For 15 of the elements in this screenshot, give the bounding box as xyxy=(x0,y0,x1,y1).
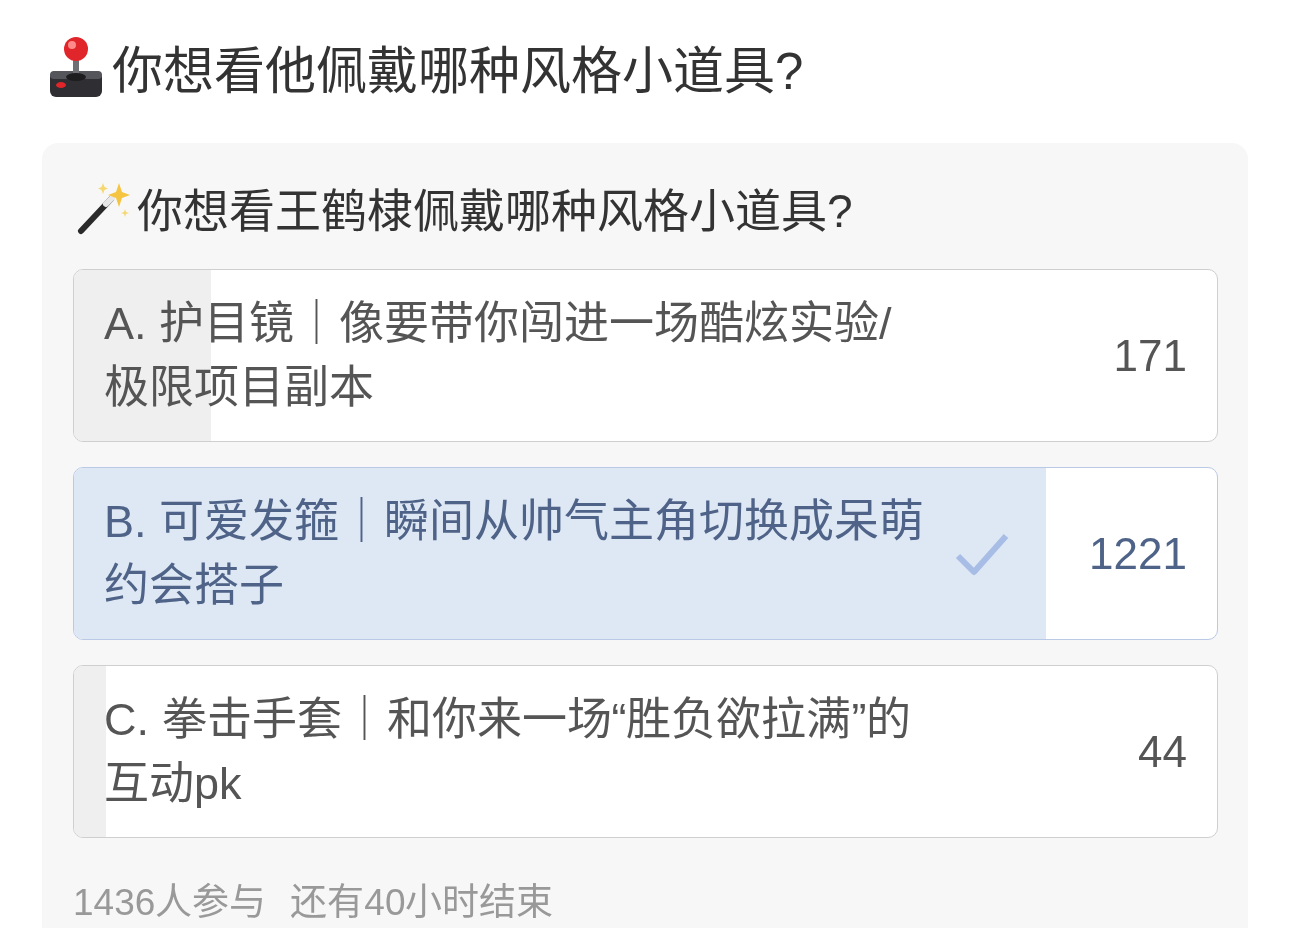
vote-count: 44 xyxy=(1138,726,1187,777)
poll-title: 你想看王鹤棣佩戴哪种风格小道具? xyxy=(137,184,853,239)
option-label: A. 护目镜｜像要带你闯进一场酷炫实验/极限项目副本 xyxy=(104,296,893,415)
vote-count: 1221 xyxy=(1089,528,1187,579)
poll-option[interactable]: B. 可爱发箍｜瞬间从帅气主角切换成呆萌约会搭子 1221 xyxy=(73,467,1218,640)
check-icon xyxy=(955,531,1009,576)
vote-count: 171 xyxy=(1113,330,1187,381)
poll-option[interactable]: A. 护目镜｜像要带你闯进一场酷炫实验/极限项目副本 171 xyxy=(73,269,1218,442)
option-label: C. 拳击手套｜和你来一场“胜负欲拉满”的互动pk xyxy=(104,692,913,811)
option-label: B. 可爱发箍｜瞬间从帅气主角切换成呆萌约会搭子 xyxy=(104,494,926,613)
poll-option[interactable]: C. 拳击手套｜和你来一场“胜负欲拉满”的互动pk 44 xyxy=(73,665,1218,838)
page-title: 你想看他佩戴哪种风格小道具? xyxy=(112,41,804,102)
time-remaining: 还有40小时结束 xyxy=(290,881,554,925)
participant-count: 1436人参与 xyxy=(73,881,267,925)
joystick-icon xyxy=(48,34,104,99)
